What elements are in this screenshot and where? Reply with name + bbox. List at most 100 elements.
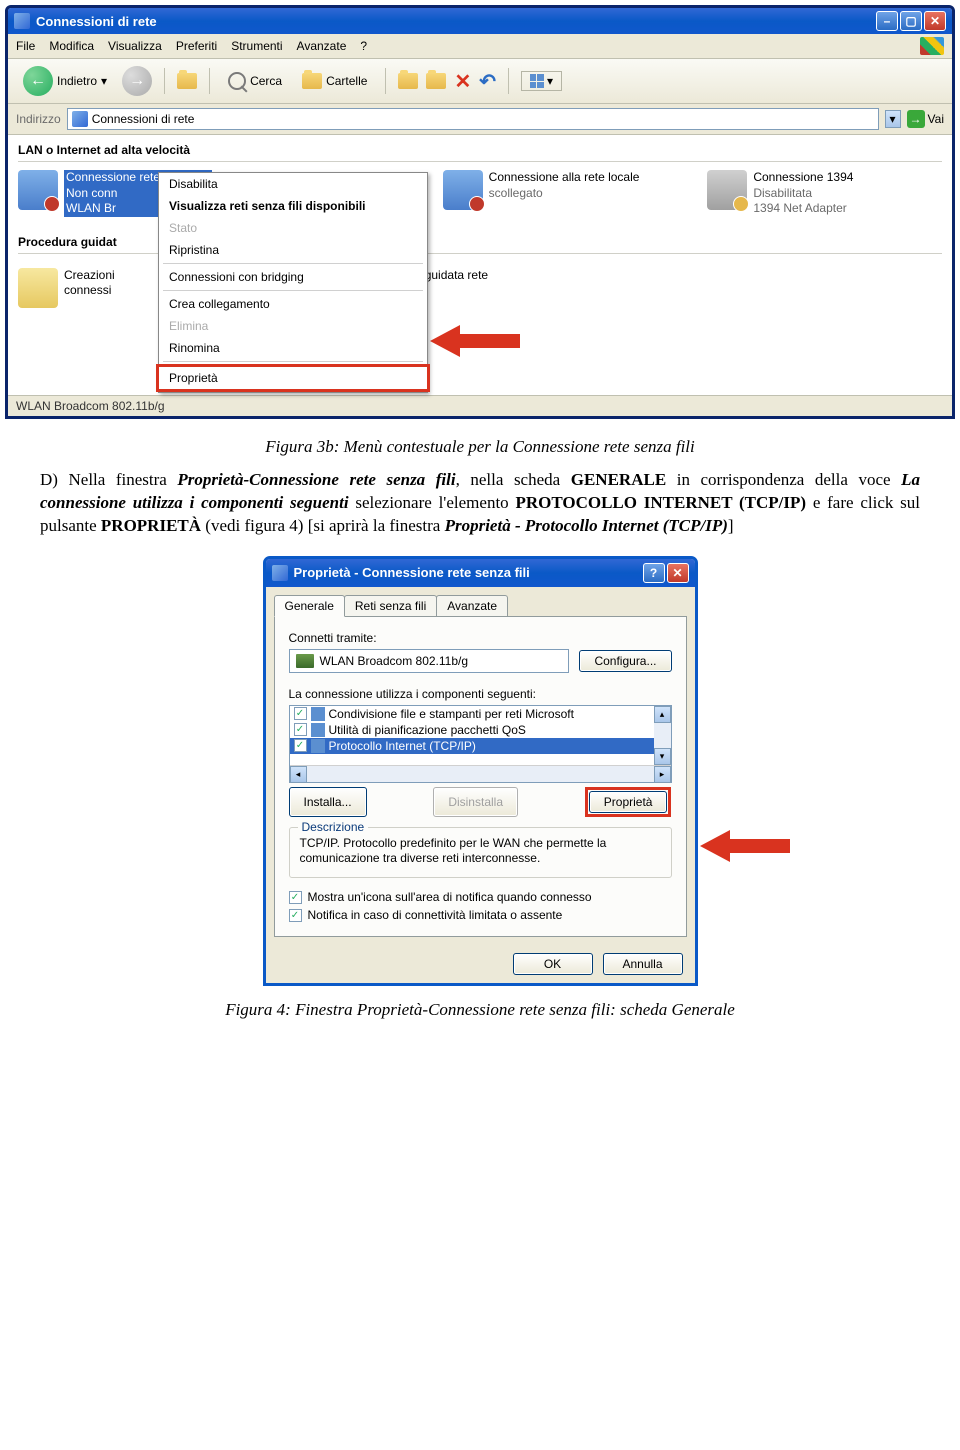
tab-wireless-networks[interactable]: Reti senza fili: [344, 595, 437, 616]
horizontal-scrollbar[interactable]: ◂ ▸: [290, 765, 671, 782]
menu-view[interactable]: Visualizza: [108, 39, 162, 53]
menu-help[interactable]: ?: [360, 39, 367, 53]
address-field[interactable]: Connessioni di rete: [67, 108, 879, 130]
menu-edit[interactable]: Modifica: [49, 39, 94, 53]
folders-label: Cartelle: [326, 74, 367, 88]
menubar: File Modifica Visualizza Preferiti Strum…: [8, 34, 952, 59]
wizard-icon: [18, 268, 58, 308]
service-icon: [311, 723, 325, 737]
list-item[interactable]: ✓ Condivisione file e stampanti per reti…: [290, 706, 671, 722]
text-bold: PROPRIETÀ: [101, 516, 201, 535]
address-label: Indirizzo: [16, 112, 61, 126]
cm-shortcut[interactable]: Crea collegamento: [159, 293, 427, 315]
service-icon: [311, 707, 325, 721]
titlebar: Connessioni di rete – ▢ ✕: [8, 8, 952, 34]
scroll-right-button[interactable]: ▸: [654, 766, 671, 783]
scroll-left-button[interactable]: ◂: [290, 766, 307, 783]
cm-properties[interactable]: Proprietà: [159, 367, 427, 389]
checkbox-icon[interactable]: ✓: [294, 707, 307, 720]
connection-1394[interactable]: Connessione 1394 Disabilitata 1394 Net A…: [707, 170, 942, 217]
description-text: TCP/IP. Protocollo predefinito per le WA…: [300, 836, 661, 867]
explorer-window: Connessioni di rete – ▢ ✕ File Modifica …: [5, 5, 955, 419]
connect-via-label: Connetti tramite:: [289, 631, 672, 645]
configure-button[interactable]: Configura...: [579, 650, 671, 672]
addressbar: Indirizzo Connessioni di rete ▾ → Vai: [8, 104, 952, 135]
cm-separator: [163, 361, 423, 362]
cancel-button[interactable]: Annulla: [603, 953, 683, 975]
scroll-track[interactable]: [654, 723, 671, 748]
forward-button[interactable]: →: [122, 66, 152, 96]
move-to-icon[interactable]: [398, 73, 418, 89]
text: , nella scheda: [456, 470, 571, 489]
scroll-up-button[interactable]: ▴: [654, 706, 671, 723]
close-button[interactable]: ✕: [924, 11, 946, 31]
tab-advanced[interactable]: Avanzate: [436, 595, 508, 616]
description-groupbox: Descrizione TCP/IP. Protocollo predefini…: [289, 827, 672, 878]
text: in corrispondenza della voce: [666, 470, 901, 489]
connection-lan[interactable]: Connessione alla rete locale scollegato: [443, 170, 678, 210]
list-item-selected[interactable]: ✓ Protocollo Internet (TCP/IP): [290, 738, 671, 754]
properties-button[interactable]: Proprietà: [589, 791, 668, 813]
toolbar: ← Indietro ▾ → Cerca Cartelle ✕ ↶ ▾: [8, 59, 952, 104]
checkbox-icon[interactable]: ✓: [294, 723, 307, 736]
up-folder-icon[interactable]: [177, 73, 197, 89]
search-button[interactable]: Cerca: [222, 70, 288, 92]
limited-connectivity-checkbox-row[interactable]: ✓ Notifica in caso di connettività limit…: [289, 908, 672, 922]
list-item-label: Condivisione file e stampanti per reti M…: [329, 707, 574, 721]
conn-status: scollegato: [489, 186, 640, 202]
network-connections-icon: [14, 13, 30, 29]
tab-general[interactable]: Generale: [274, 595, 345, 617]
scroll-down-button[interactable]: ▾: [654, 748, 671, 765]
conn-title: Connessione 1394: [753, 170, 853, 186]
checkbox-icon[interactable]: ✓: [289, 891, 302, 904]
statusbar: WLAN Broadcom 802.11b/g: [8, 395, 952, 416]
conn-title: Connessione alla rete locale: [489, 170, 640, 186]
text-bold: Proprietà-Connessione rete senza fili: [177, 470, 455, 489]
undo-icon[interactable]: ↶: [479, 69, 496, 94]
wizard-item-2[interactable]: guidata rete: [425, 268, 488, 308]
separator: [164, 68, 165, 94]
dialog-container: Proprietà - Connessione rete senza fili …: [0, 556, 960, 986]
menu-tools[interactable]: Strumenti: [231, 39, 282, 53]
delete-icon[interactable]: ✕: [454, 69, 471, 94]
dialog-footer: OK Annulla: [266, 945, 695, 983]
back-button[interactable]: ← Indietro ▾: [16, 63, 114, 99]
help-button[interactable]: ?: [643, 563, 665, 583]
folders-button[interactable]: Cartelle: [296, 71, 373, 91]
close-button[interactable]: ✕: [667, 563, 689, 583]
go-button[interactable]: → Vai: [907, 110, 944, 128]
conn-adapter: 1394 Net Adapter: [753, 201, 853, 217]
cm-bridge[interactable]: Connessioni con bridging: [159, 266, 427, 288]
ok-button[interactable]: OK: [513, 953, 593, 975]
checkbox-icon[interactable]: ✓: [289, 909, 302, 922]
views-button[interactable]: ▾: [521, 71, 562, 91]
cm-separator: [163, 290, 423, 291]
cm-view-networks[interactable]: Visualizza reti senza fili disponibili: [159, 195, 427, 217]
window-title: Connessioni di rete: [36, 14, 157, 29]
wizard-item-1[interactable]: Creazioni connessi: [18, 268, 115, 308]
separator: [209, 68, 210, 94]
copy-to-icon[interactable]: [426, 73, 446, 89]
text-bold: PROTOCOLLO INTERNET (TCP/IP): [515, 493, 806, 512]
list-item[interactable]: ✓ Utilità di pianificazione pacchetti Qo…: [290, 722, 671, 738]
text: selezionare l'elemento: [349, 493, 516, 512]
components-listbox[interactable]: ✓ Condivisione file e stampanti per reti…: [289, 705, 672, 783]
back-label: Indietro: [57, 74, 97, 88]
address-dropdown[interactable]: ▾: [885, 110, 901, 128]
cm-disable[interactable]: Disabilita: [159, 173, 427, 195]
menu-favorites[interactable]: Preferiti: [176, 39, 217, 53]
notify-icon-checkbox-row[interactable]: ✓ Mostra un'icona sull'area di notifica …: [289, 890, 672, 904]
instruction-paragraph: D) Nella finestra Proprietà-Connessione …: [40, 469, 920, 538]
cm-rename[interactable]: Rinomina: [159, 337, 427, 359]
menu-advanced[interactable]: Avanzate: [297, 39, 347, 53]
menu-file[interactable]: File: [16, 39, 35, 53]
minimize-button[interactable]: –: [876, 11, 898, 31]
cm-repair[interactable]: Ripristina: [159, 239, 427, 261]
checkbox-label: Notifica in caso di connettività limitat…: [308, 908, 563, 922]
text: (vedi figura 4) [si aprirà la finestra: [201, 516, 445, 535]
maximize-button[interactable]: ▢: [900, 11, 922, 31]
install-button[interactable]: Installa...: [289, 787, 367, 817]
text: Nella finestra: [69, 470, 178, 489]
checkbox-icon[interactable]: ✓: [294, 739, 307, 752]
dialog-titlebar: Proprietà - Connessione rete senza fili …: [266, 559, 695, 587]
